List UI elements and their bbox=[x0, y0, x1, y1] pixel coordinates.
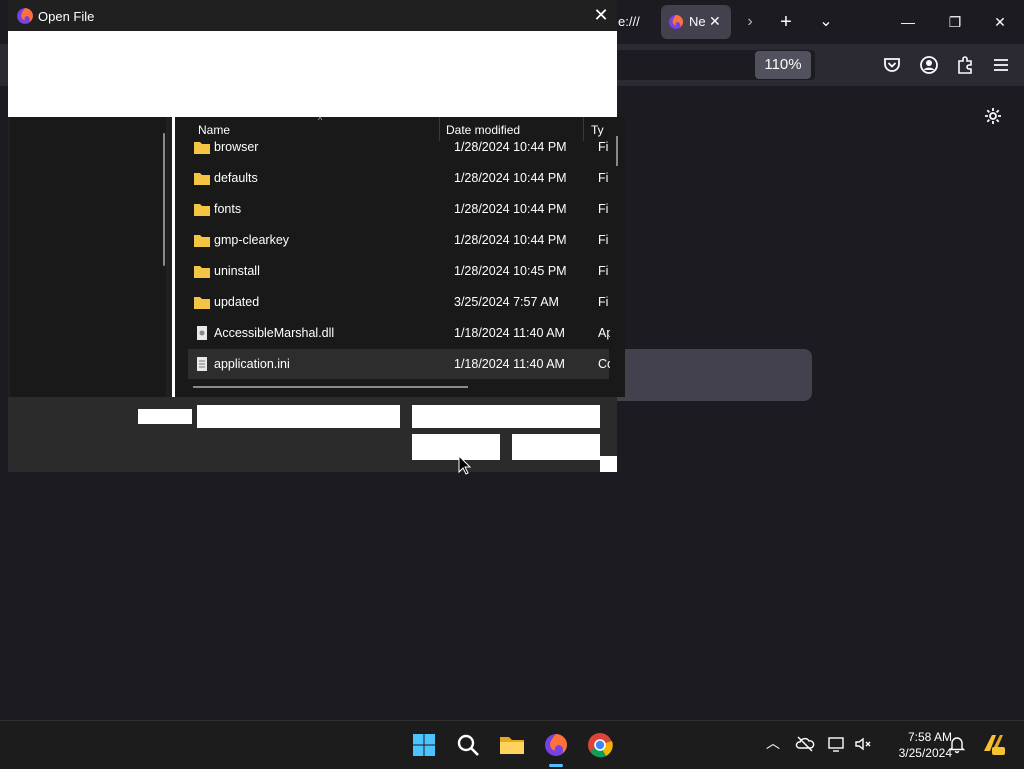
file-name: fonts bbox=[214, 202, 242, 216]
restore-icon[interactable]: ❐ bbox=[941, 8, 969, 36]
system-clock[interactable]: 7:58 AM 3/25/2024 bbox=[876, 729, 952, 761]
file-date: 3/25/2024 7:57 AM bbox=[454, 295, 559, 309]
list-item[interactable]: uninstall 1/28/2024 10:45 PM Fi bbox=[188, 256, 609, 286]
list-item[interactable]: AccessibleMarshal.dll 1/18/2024 11:40 AM… bbox=[188, 318, 610, 348]
file-type: Ap bbox=[598, 326, 610, 340]
list-item[interactable]: fonts 1/28/2024 10:44 PM Fi bbox=[188, 194, 609, 224]
copilot-pre-icon[interactable] bbox=[980, 731, 1006, 757]
list-item[interactable]: updated 3/25/2024 7:57 AM Fi bbox=[188, 287, 609, 317]
account-icon[interactable] bbox=[918, 54, 940, 76]
tab-scroll-right-icon[interactable]: › bbox=[738, 10, 762, 34]
list-item[interactable]: defaults 1/28/2024 10:44 PM Fi bbox=[188, 163, 609, 193]
search-icon[interactable] bbox=[452, 729, 484, 761]
file-name: uninstall bbox=[214, 264, 260, 278]
file-type: Fi bbox=[598, 264, 609, 278]
tab-partial-url[interactable]: e:/// bbox=[610, 8, 658, 36]
file-date: 1/28/2024 10:44 PM bbox=[454, 233, 567, 247]
file-explorer-icon[interactable] bbox=[496, 729, 528, 761]
volume-muted-icon[interactable] bbox=[852, 733, 874, 755]
minimize-icon[interactable]: — bbox=[894, 8, 922, 36]
list-tabs-chevron-down-icon[interactable]: ⌄ bbox=[814, 10, 838, 34]
clock-date: 3/25/2024 bbox=[898, 746, 952, 760]
dialog-close-icon[interactable]: ✕ bbox=[591, 5, 611, 25]
open-file-dialog: Open File ✕ ^ Name Date modified Ty brow… bbox=[8, 0, 625, 472]
resize-grip[interactable] bbox=[600, 456, 617, 472]
active-app-indicator bbox=[549, 764, 563, 767]
folder-icon bbox=[194, 297, 210, 309]
file-list-vertical-scrollbar[interactable] bbox=[616, 136, 618, 166]
sort-ascending-icon: ^ bbox=[318, 117, 323, 125]
file-date: 1/18/2024 11:40 AM bbox=[454, 357, 565, 371]
file-list: ^ Name Date modified Ty browser 1/28/202… bbox=[175, 117, 625, 397]
zoom-indicator[interactable]: 110% bbox=[755, 51, 811, 79]
list-item[interactable]: application.ini 1/18/2024 11:40 AM Co bbox=[188, 349, 610, 379]
file-date: 1/28/2024 10:44 PM bbox=[454, 202, 567, 216]
firefox-icon bbox=[669, 15, 683, 29]
dialog-titlebar: Open File ✕ bbox=[8, 0, 617, 31]
chrome-icon[interactable] bbox=[584, 729, 616, 761]
ini-file-icon bbox=[197, 357, 207, 371]
file-name: AccessibleMarshal.dll bbox=[214, 326, 335, 340]
file-type: Fi bbox=[598, 202, 609, 216]
onedrive-icon[interactable] bbox=[794, 733, 816, 755]
folder-icon bbox=[194, 173, 210, 185]
nav-pane-scrollbar[interactable] bbox=[163, 133, 165, 266]
file-list-horizontal-scrollbar[interactable] bbox=[193, 386, 468, 388]
file-name: application.ini bbox=[214, 357, 290, 371]
file-date: 1/28/2024 10:44 PM bbox=[454, 140, 567, 154]
dialog-title: Open File bbox=[38, 9, 95, 24]
file-type: Co bbox=[598, 357, 610, 371]
file-date: 1/28/2024 10:45 PM bbox=[454, 264, 567, 278]
mouse-cursor-icon bbox=[458, 455, 472, 475]
dialog-toolbar-area bbox=[8, 31, 617, 117]
file-type: Fi bbox=[598, 233, 609, 247]
file-type: Fi bbox=[598, 171, 609, 185]
extensions-icon[interactable] bbox=[954, 54, 976, 76]
file-name: defaults bbox=[214, 171, 258, 185]
file-date: 1/28/2024 10:44 PM bbox=[454, 171, 567, 185]
tab-active[interactable]: Ne ✕ bbox=[661, 5, 731, 39]
tray-overflow-chevron-up-icon[interactable]: ︿ bbox=[762, 733, 784, 755]
network-icon[interactable] bbox=[826, 733, 848, 755]
taskbar: ︿ 7:58 AM 3/25/2024 bbox=[0, 720, 1024, 769]
pocket-icon[interactable] bbox=[881, 54, 903, 76]
open-button[interactable] bbox=[412, 434, 500, 460]
file-type: Fi bbox=[598, 295, 609, 309]
newtab-search-box[interactable] bbox=[600, 349, 812, 401]
folder-icon bbox=[194, 235, 210, 247]
cancel-button[interactable] bbox=[512, 434, 600, 460]
new-tab-icon[interactable]: + bbox=[774, 10, 798, 34]
folder-icon bbox=[194, 266, 210, 278]
file-date: 1/18/2024 11:40 AM bbox=[454, 326, 565, 340]
file-name-label bbox=[138, 409, 192, 424]
file-name: browser bbox=[214, 140, 259, 154]
start-windows-icon[interactable] bbox=[408, 729, 440, 761]
file-type-filter-select[interactable] bbox=[412, 405, 600, 428]
firefox-taskbar-icon[interactable] bbox=[540, 729, 572, 761]
file-type: Fi bbox=[598, 140, 609, 154]
dll-file-icon bbox=[197, 326, 207, 340]
folder-icon bbox=[194, 142, 210, 154]
firefox-icon bbox=[17, 8, 33, 24]
file-name: updated bbox=[214, 295, 260, 309]
clock-time: 7:58 AM bbox=[907, 730, 952, 744]
window-close-icon[interactable]: ✕ bbox=[986, 8, 1014, 36]
notification-bell-icon[interactable] bbox=[946, 733, 968, 755]
list-item[interactable]: browser 1/28/2024 10:44 PM Fi bbox=[188, 132, 609, 162]
list-item[interactable]: gmp-clearkey 1/28/2024 10:44 PM Fi bbox=[188, 225, 609, 255]
tab-title: Ne bbox=[689, 14, 706, 29]
gear-icon[interactable] bbox=[983, 106, 1003, 126]
menu-hamburger-icon[interactable] bbox=[990, 54, 1012, 76]
file-name-field[interactable] bbox=[197, 405, 400, 428]
folder-icon bbox=[194, 204, 210, 216]
tab-close-icon[interactable]: ✕ bbox=[709, 13, 723, 29]
navigation-pane[interactable] bbox=[10, 117, 166, 397]
file-name: gmp-clearkey bbox=[214, 233, 290, 247]
